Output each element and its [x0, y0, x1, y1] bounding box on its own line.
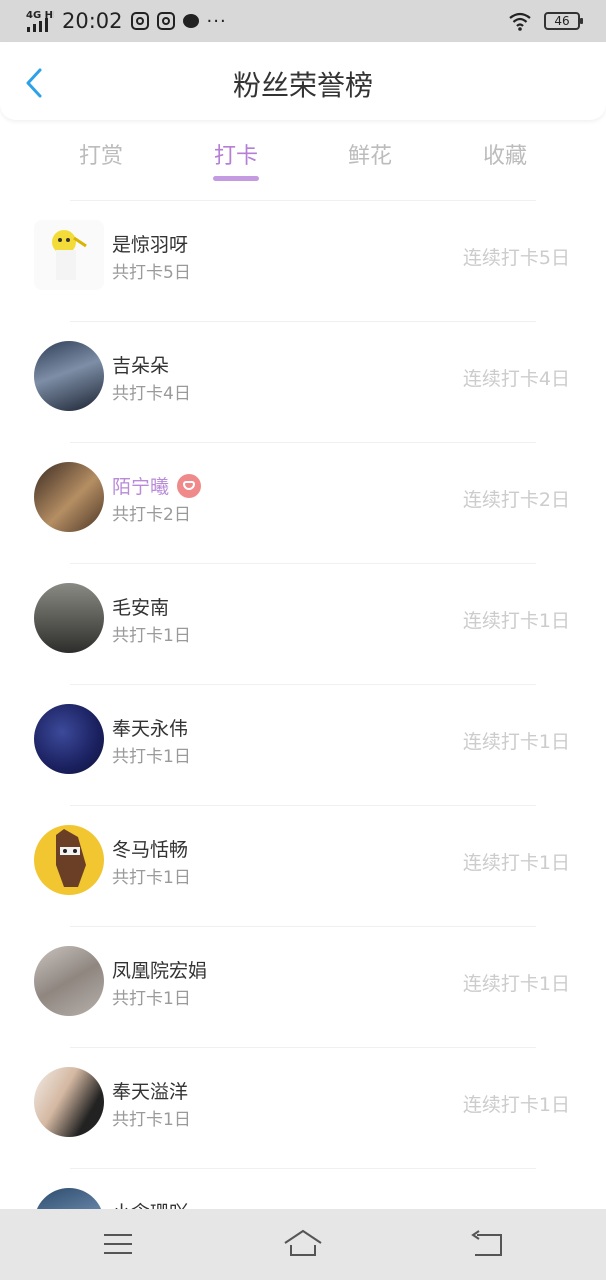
streak-checkins: 连续打卡1日: [462, 731, 570, 753]
avatar[interactable]: [34, 583, 104, 653]
fan-name-text: 吉朵朵: [112, 355, 170, 377]
fan-name: 奉天永伟: [112, 714, 188, 741]
total-checkins: 共打卡4日: [112, 384, 191, 404]
tab-checkin[interactable]: 打卡: [191, 138, 281, 170]
fan-name-text: 冬马恬畅: [112, 839, 189, 861]
list-item[interactable]: 奉天永伟 共打卡1日 连续打卡1日: [0, 684, 606, 805]
status-right: 46: [508, 8, 583, 34]
battery-level: 46: [554, 14, 570, 28]
streak-checkins: 连续打卡1日: [462, 610, 570, 632]
status-bar: 4G HD 20:02 ··· 46: [0, 0, 606, 42]
tab-flowers[interactable]: 鲜花: [325, 138, 415, 170]
divider: [70, 442, 536, 443]
divider: [70, 684, 536, 685]
wifi-icon: [509, 12, 531, 31]
menu-button[interactable]: [98, 1227, 138, 1261]
fan-list: 是惊羽呀 共打卡5日 连续打卡5日 吉朵朵 共打卡4日 连续打卡4日 陌宁曦 共…: [0, 200, 606, 1210]
fan-name-text: 陌宁曦: [112, 476, 170, 498]
streak-checkins: 连续打卡4日: [462, 368, 570, 390]
divider: [70, 1168, 536, 1169]
message-icon: [182, 14, 199, 28]
avatar[interactable]: [34, 220, 104, 290]
fan-name: 吉朵朵: [112, 351, 169, 378]
battery-icon: 46: [544, 12, 583, 30]
tab-favorites[interactable]: 收藏: [460, 138, 550, 170]
streak-checkins: 连续打卡2日: [462, 489, 570, 511]
list-item[interactable]: 毛安南 共打卡1日 连续打卡1日: [0, 563, 606, 684]
qq-notification-icon: [130, 12, 149, 30]
system-nav-bar: [0, 1209, 606, 1280]
page-title: 粉丝荣誉榜: [232, 69, 373, 102]
divider: [70, 926, 536, 927]
avatar[interactable]: [34, 1188, 104, 1210]
tab-bar: 打赏 打卡 鲜花 收藏: [0, 130, 606, 190]
avatar[interactable]: [34, 341, 104, 411]
list-item[interactable]: 小念珊吖: [0, 1168, 606, 1210]
list-item[interactable]: 凤凰院宏娟 共打卡1日 连续打卡1日: [0, 926, 606, 1047]
avatar[interactable]: [34, 462, 104, 532]
more-notifications-icon: ···: [206, 10, 227, 32]
avatar-horse-image: [56, 829, 86, 887]
active-tab-indicator: [213, 176, 259, 181]
total-checkins: 共打卡2日: [112, 505, 191, 525]
tab-reward[interactable]: 打赏: [56, 138, 146, 170]
qq-notification-icon-2: [156, 12, 175, 30]
divider: [70, 563, 536, 564]
list-item[interactable]: 奉天溢洋 共打卡1日 连续打卡1日: [0, 1047, 606, 1168]
status-left: 4G HD 20:02 ···: [26, 6, 227, 36]
home-button[interactable]: [283, 1227, 323, 1261]
divider: [70, 805, 536, 806]
list-item[interactable]: 冬马恬畅 共打卡1日 连续打卡1日: [0, 805, 606, 926]
fan-name: 冬马恬畅: [112, 835, 188, 862]
vip-diamond-icon: [177, 473, 202, 498]
list-item[interactable]: 是惊羽呀 共打卡5日 连续打卡5日: [0, 200, 606, 321]
fan-name: 奉天溢洋: [112, 1077, 188, 1104]
fan-name-text: 奉天溢洋: [112, 1081, 189, 1103]
total-checkins: 共打卡1日: [112, 747, 191, 767]
fan-name-text: 是惊羽呀: [112, 234, 189, 256]
fan-name: 毛安南: [112, 593, 169, 620]
fan-name-text: 凤凰院宏娟: [112, 960, 208, 982]
divider: [70, 1047, 536, 1048]
back-nav-button[interactable]: [467, 1227, 507, 1261]
fan-name: 凤凰院宏娟: [112, 956, 207, 983]
divider: [70, 321, 536, 322]
avatar[interactable]: [34, 946, 104, 1016]
total-checkins: 共打卡5日: [112, 263, 191, 283]
avatar[interactable]: [34, 704, 104, 774]
fan-name-text: 毛安南: [112, 597, 170, 619]
streak-checkins: 连续打卡5日: [462, 247, 570, 269]
avatar-cartoon-image: [52, 230, 87, 280]
list-item[interactable]: 陌宁曦 共打卡2日 连续打卡2日: [0, 442, 606, 563]
streak-checkins: 连续打卡1日: [462, 973, 570, 995]
list-item[interactable]: 吉朵朵 共打卡4日 连续打卡4日: [0, 321, 606, 442]
avatar[interactable]: [34, 825, 104, 895]
total-checkins: 共打卡1日: [112, 989, 191, 1009]
divider: [70, 200, 536, 201]
signal-icon: 4G HD: [26, 10, 54, 32]
total-checkins: 共打卡1日: [112, 626, 191, 646]
total-checkins: 共打卡1日: [112, 868, 191, 888]
fan-name: 陌宁曦: [112, 472, 202, 499]
streak-checkins: 连续打卡1日: [462, 1094, 570, 1116]
signal-label: 4G HD: [26, 10, 54, 21]
nav-header: 粉丝荣誉榜: [0, 42, 606, 120]
total-checkins: 共打卡1日: [112, 1110, 191, 1130]
fan-name-text: 奉天永伟: [112, 718, 189, 740]
avatar[interactable]: [34, 1067, 104, 1137]
fan-name: 是惊羽呀: [112, 230, 188, 257]
streak-checkins: 连续打卡1日: [462, 852, 570, 874]
clock-time: 20:02: [62, 9, 123, 33]
